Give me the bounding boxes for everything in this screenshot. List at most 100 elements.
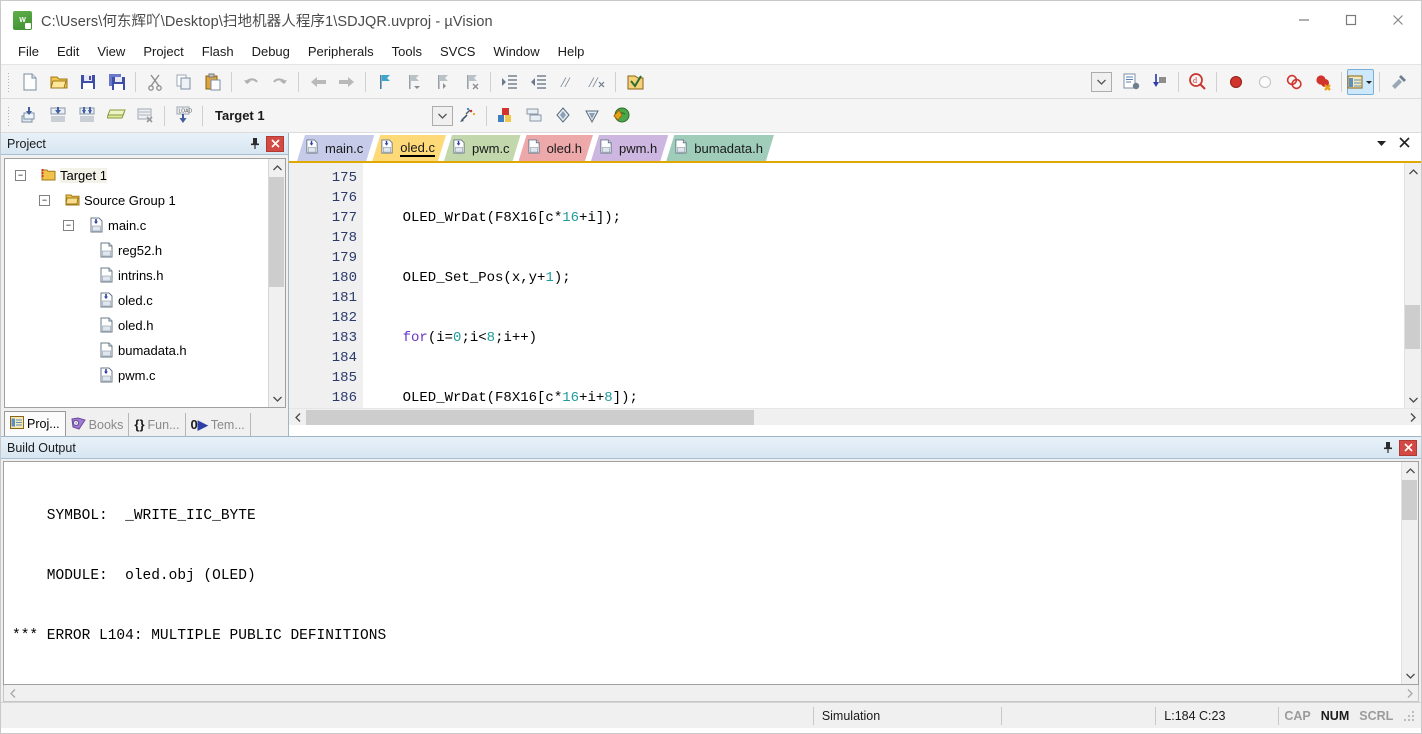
scroll-up-icon[interactable]	[1402, 462, 1418, 479]
toolbar-grip[interactable]	[5, 104, 12, 127]
resize-grip-icon[interactable]	[1402, 707, 1418, 724]
tree-item-bumadata-h[interactable]: bumadata.h	[11, 338, 268, 363]
scroll-down-icon[interactable]	[1405, 391, 1421, 408]
insert-hardware-icon[interactable]	[1146, 69, 1173, 95]
open-file-icon[interactable]	[45, 69, 72, 95]
combo-dropdown-icon[interactable]	[1088, 69, 1115, 95]
tree-item-source-group-1[interactable]: − Source Group 1	[11, 188, 268, 213]
breakpoint-disable-all-icon[interactable]	[1280, 69, 1307, 95]
code-viewport[interactable]: 175 176 177 178 179 180 181 182 183 184 …	[289, 163, 1404, 408]
menu-project[interactable]: Project	[134, 41, 192, 62]
close-icon[interactable]	[1398, 136, 1411, 152]
scroll-thumb[interactable]	[1405, 305, 1420, 349]
editor-horizontal-scrollbar[interactable]	[289, 408, 1421, 425]
stop-build-icon[interactable]	[132, 103, 159, 129]
editor-tab-pwm-h[interactable]: pwm.h	[591, 135, 668, 161]
menu-view[interactable]: View	[88, 41, 134, 62]
pack-installer-icon[interactable]	[608, 103, 635, 129]
new-file-icon[interactable]	[16, 69, 43, 95]
panel-tab-functions[interactable]: {} Fun...	[129, 413, 186, 436]
bookmark-toggle-icon[interactable]	[371, 69, 398, 95]
menu-debug[interactable]: Debug	[243, 41, 299, 62]
menu-file[interactable]: File	[9, 41, 48, 62]
toolbar-grip[interactable]	[5, 70, 12, 93]
bookmark-clear-icon[interactable]	[458, 69, 485, 95]
code-text[interactable]: OLED_WrDat(F8X16[c*16+i]); OLED_Set_Pos(…	[363, 163, 1404, 408]
bookmark-next-icon[interactable]	[429, 69, 456, 95]
build-output-close-icon[interactable]	[1399, 439, 1417, 456]
target-options-icon[interactable]	[454, 103, 481, 129]
scroll-track[interactable]	[306, 409, 1404, 426]
build-output-vertical-scrollbar[interactable]	[1401, 462, 1418, 684]
multi-project-icon[interactable]	[521, 103, 548, 129]
undo-icon[interactable]	[237, 69, 264, 95]
window-manager-icon[interactable]	[1347, 68, 1374, 95]
tree-item-intrins-h[interactable]: intrins.h	[11, 263, 268, 288]
chevron-down-icon[interactable]	[431, 105, 453, 126]
menu-edit[interactable]: Edit	[48, 41, 88, 62]
tree-item-oled-h[interactable]: oled.h	[11, 313, 268, 338]
download-icon[interactable]: LOAD	[170, 103, 197, 129]
expander-icon[interactable]: −	[39, 195, 50, 206]
tree-item-pwm-c[interactable]: pwm.c	[11, 363, 268, 388]
comment-icon[interactable]: //	[554, 69, 581, 95]
find-icon[interactable]: d	[1184, 69, 1211, 95]
editor-tab-pwm-c[interactable]: pwm.c	[444, 135, 521, 161]
copy-icon[interactable]	[170, 69, 197, 95]
maximize-button[interactable]	[1327, 1, 1374, 39]
editor-vertical-scrollbar[interactable]	[1404, 163, 1421, 408]
scroll-right-icon[interactable]	[1401, 685, 1418, 702]
scroll-left-icon[interactable]	[289, 409, 306, 426]
breakpoint-kill-all-icon[interactable]	[1309, 69, 1336, 95]
close-button[interactable]	[1374, 1, 1421, 39]
menu-peripherals[interactable]: Peripherals	[299, 41, 383, 62]
paste-icon[interactable]	[199, 69, 226, 95]
pin-icon[interactable]	[1378, 439, 1397, 457]
uncomment-icon[interactable]: //	[583, 69, 610, 95]
scroll-down-icon[interactable]	[1402, 667, 1418, 684]
scroll-down-icon[interactable]	[269, 390, 285, 407]
minimize-button[interactable]	[1280, 1, 1327, 39]
panel-tab-project[interactable]: Proj...	[4, 411, 66, 436]
scroll-up-icon[interactable]	[269, 159, 285, 176]
svn-commit-icon[interactable]	[550, 103, 577, 129]
manage-project-items-icon[interactable]	[492, 103, 519, 129]
project-panel-close-icon[interactable]	[266, 135, 284, 152]
cut-icon[interactable]	[141, 69, 168, 95]
tree-item-main-c[interactable]: − main.c	[11, 213, 268, 238]
debug-source-icon[interactable]	[1117, 69, 1144, 95]
editor-tab-bumadata-h[interactable]: bumadata.h	[666, 135, 774, 161]
build-output-text[interactable]: SYMBOL: _WRITE_IIC_BYTE MODULE: oled.obj…	[4, 462, 1401, 684]
redo-icon[interactable]	[266, 69, 293, 95]
menu-flash[interactable]: Flash	[193, 41, 243, 62]
build-output-horizontal-scrollbar[interactable]	[3, 685, 1419, 702]
expander-icon[interactable]: −	[63, 220, 74, 231]
back-icon[interactable]	[304, 69, 331, 95]
translate-icon[interactable]	[16, 103, 43, 129]
scroll-thumb[interactable]	[306, 409, 754, 425]
save-all-icon[interactable]	[103, 69, 130, 95]
menu-svcs[interactable]: SVCS	[431, 41, 484, 62]
editor-tab-main-c[interactable]: main.c	[297, 135, 374, 161]
batch-build-icon[interactable]	[103, 103, 130, 129]
scroll-up-icon[interactable]	[1405, 163, 1421, 180]
expander-icon[interactable]: −	[15, 170, 26, 181]
build-icon[interactable]	[45, 103, 72, 129]
find-in-files-icon[interactable]	[621, 69, 648, 95]
breakpoint-insert-icon[interactable]	[1222, 69, 1249, 95]
breakpoint-disable-icon[interactable]	[1251, 69, 1278, 95]
scroll-thumb[interactable]	[269, 177, 284, 287]
forward-icon[interactable]	[333, 69, 360, 95]
scroll-right-icon[interactable]	[1404, 409, 1421, 426]
editor-tab-oled-h[interactable]: oled.h	[519, 135, 593, 161]
project-tree[interactable]: − Target 1 − Source Group 1 − main.c reg…	[5, 159, 268, 407]
configuration-wizard-icon[interactable]	[1385, 69, 1412, 95]
scroll-left-icon[interactable]	[4, 685, 21, 702]
project-tree-scrollbar[interactable]	[268, 159, 285, 407]
editor-tab-oled-c[interactable]: oled.c	[372, 135, 446, 161]
scroll-thumb[interactable]	[1402, 480, 1417, 520]
menu-window[interactable]: Window	[484, 41, 548, 62]
tree-item-reg52-h[interactable]: reg52.h	[11, 238, 268, 263]
build-output-body[interactable]: SYMBOL: _WRITE_IIC_BYTE MODULE: oled.obj…	[3, 461, 1419, 685]
panel-tab-books[interactable]: ? Books	[66, 413, 130, 436]
